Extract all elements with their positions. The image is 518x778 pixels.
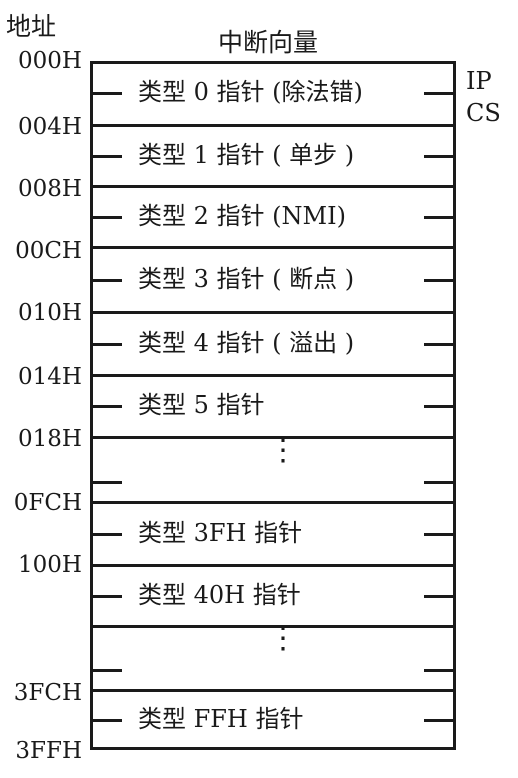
address-label: 100H <box>18 552 82 578</box>
vector-slot-label: 类型 4 指针 ( 溢出 ) <box>138 328 355 357</box>
tick-right <box>424 342 456 346</box>
tick-left <box>90 669 122 672</box>
vector-slot-label: 类型 3FH 指针 <box>138 518 303 547</box>
ip-label: IP <box>466 67 492 95</box>
address-label: 004H <box>18 114 82 140</box>
slot-divider <box>90 564 456 567</box>
vector-slot-label: 类型 0 指针 (除法错) <box>138 78 363 106</box>
vector-slot-label: 类型 5 指针 <box>138 391 265 419</box>
tick-left <box>90 481 122 484</box>
tick-left <box>90 278 122 282</box>
slot-divider <box>90 501 456 504</box>
cs-label: CS <box>466 99 501 127</box>
ellipsis-icon: ⋮ <box>268 432 298 468</box>
vector-slot-label: 类型 FFH 指针 <box>138 705 304 733</box>
address-label: 00CH <box>15 238 82 264</box>
tick-left <box>90 594 122 598</box>
address-label: 014H <box>18 364 82 390</box>
tick-left <box>90 154 122 158</box>
address-label: 018H <box>18 426 82 452</box>
tick-left <box>90 215 122 219</box>
tick-left <box>90 405 122 408</box>
tick-right <box>424 405 456 408</box>
slot-divider <box>90 374 456 377</box>
tick-right <box>424 669 456 672</box>
tick-right <box>424 215 456 219</box>
tick-left <box>90 719 122 722</box>
slot-divider <box>90 246 456 249</box>
vector-slot-label: 类型 1 指针 ( 单步 ) <box>138 140 355 169</box>
slot-divider <box>90 311 456 314</box>
tick-left <box>90 342 122 346</box>
slot-divider <box>90 124 456 127</box>
address-label: 3FFH <box>15 738 82 764</box>
tick-right <box>424 481 456 484</box>
address-label: 010H <box>18 300 82 326</box>
address-column-title: 地址 <box>6 12 57 41</box>
vector-column-title: 中断向量 <box>218 28 319 57</box>
slot-divider <box>90 185 456 188</box>
slot-divider <box>90 689 456 692</box>
tick-right <box>424 154 456 158</box>
vector-slot-label: 类型 40H 指针 <box>138 580 301 609</box>
tick-right <box>424 278 456 282</box>
address-label: 000H <box>18 48 82 74</box>
address-label: 008H <box>18 176 82 202</box>
vector-slot-label: 类型 2 指针 (NMI) <box>138 201 346 230</box>
address-label: 3FCH <box>13 680 82 706</box>
vector-slot-label: 类型 3 指针 ( 断点 ) <box>138 264 355 293</box>
tick-right <box>424 719 456 722</box>
address-label: 0FCH <box>13 490 82 516</box>
tick-right <box>424 532 456 536</box>
ellipsis-icon: ⋮ <box>268 621 298 656</box>
tick-left <box>90 92 122 95</box>
tick-right <box>424 92 456 95</box>
tick-right <box>424 594 456 598</box>
tick-left <box>90 532 122 536</box>
